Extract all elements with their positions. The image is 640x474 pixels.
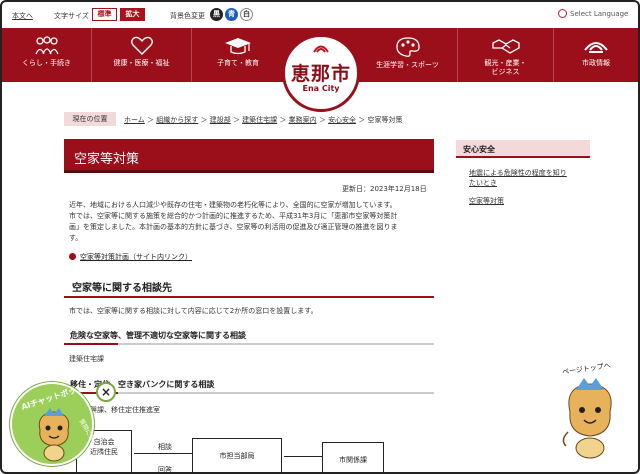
logo-city-name: 恵那市 bbox=[290, 63, 351, 85]
nav-label: 市政情報 bbox=[582, 59, 610, 67]
ai-chatbot-button[interactable]: AIチャットボット 質問に答えるんだっ bbox=[10, 382, 111, 468]
breadcrumb-home[interactable]: ホーム bbox=[124, 116, 145, 124]
sidebar-title-text: 安心安全 bbox=[463, 145, 495, 154]
sidebar-link-earthquake[interactable]: 地震による危険性の程度を知り たいとき bbox=[469, 168, 589, 188]
bg-blue-button[interactable]: 青 bbox=[225, 8, 238, 21]
font-standard-button[interactable]: 標準 bbox=[92, 8, 117, 21]
nav-item-childcare[interactable]: 子育て・教育 bbox=[192, 28, 284, 82]
intro-paragraph: 近年、地域における人口減少や既存の住宅・建築物の老朽化等により、全国的に空家が増… bbox=[69, 200, 433, 244]
chatbot-close-button[interactable]: × bbox=[96, 382, 116, 402]
flow-box-text: 市担当部局 bbox=[219, 452, 255, 460]
breadcrumb-current: 空家等対策 bbox=[367, 116, 403, 124]
arrow-circle-icon bbox=[69, 253, 76, 260]
bg-color-label: 背景色変更 bbox=[170, 12, 205, 20]
consult-paragraph: 市では、空家等に関する相談に対して内容に応じて2か所の窓口を設置します。 bbox=[69, 307, 318, 315]
breadcrumb-safety[interactable]: 安心安全 bbox=[328, 116, 356, 124]
select-language-link[interactable]: Select Language bbox=[570, 10, 628, 18]
city-crest-icon bbox=[313, 45, 329, 53]
nav-label: 子育て・教育 bbox=[217, 59, 259, 67]
flow-box-text: 市関係課 bbox=[339, 456, 367, 464]
flow-box-city-dept: 市担当部局 bbox=[192, 438, 282, 472]
breadcrumb-org[interactable]: 組織から探す bbox=[156, 116, 198, 124]
utility-bar: 本文へ 文字サイズ 標準 拡大 背景色変更 黒 青 白 Select Langu… bbox=[2, 2, 638, 28]
bg-white-button[interactable]: 白 bbox=[240, 8, 253, 21]
palette-icon bbox=[395, 37, 420, 57]
mortarboard-icon bbox=[225, 38, 251, 55]
intro-line: 近年、地域における人口減少や既存の住宅・建築物の老朽化等により、全国的に空家が増… bbox=[69, 201, 397, 209]
browser-frame: 本文へ 文字サイズ 標準 拡大 背景色変更 黒 青 白 Select Langu… bbox=[0, 0, 640, 474]
page-title: 空家等対策 bbox=[74, 152, 140, 167]
flow-arrow-right bbox=[134, 453, 192, 454]
bg-black-button[interactable]: 黒 bbox=[210, 8, 223, 21]
breadcrumb-housing[interactable]: 建築住宅課 bbox=[242, 116, 277, 124]
nav-label: 生涯学習・スポーツ bbox=[376, 61, 439, 69]
nav-item-city-admin[interactable]: 市政情報 bbox=[554, 28, 638, 82]
font-size-label: 文字サイズ bbox=[54, 12, 89, 20]
city-emblem-icon bbox=[584, 42, 608, 53]
subheading-dangerous: 危険な空家等、管理不適切な空家等に関する相談 bbox=[64, 327, 434, 345]
sidebar-link-vacant-houses[interactable]: 空家等対策 bbox=[469, 196, 589, 206]
flow-box-related-dept: 市関係課 bbox=[322, 442, 384, 472]
intro-line: 画」を策定しました。本計画の基本的方針に基づき、空家等の利活用の促進及び適正管理… bbox=[69, 223, 398, 231]
globe-icon bbox=[558, 9, 567, 18]
section-heading: 空家等に関する相談先 bbox=[64, 274, 434, 298]
breadcrumb-construction[interactable]: 建設部 bbox=[210, 116, 231, 124]
nav-label: くらし・手続き bbox=[22, 59, 71, 67]
breadcrumb-services[interactable]: 業務案内 bbox=[289, 116, 317, 124]
nav-item-health[interactable]: 健康・医療・福祉 bbox=[92, 28, 192, 82]
family-icon bbox=[34, 36, 59, 55]
dept-housing: 建築住宅課 bbox=[69, 355, 104, 363]
flow-arrow-right bbox=[284, 456, 322, 457]
handshake-icon bbox=[491, 39, 520, 54]
mascot-icon bbox=[38, 408, 70, 462]
nav-item-living[interactable]: くらし・手続き bbox=[2, 28, 92, 82]
page-top-button[interactable] bbox=[558, 374, 622, 462]
intro-line: す。 bbox=[69, 234, 83, 242]
subheading-text: 危険な空家等、管理不適切な空家等に関する相談 bbox=[70, 331, 246, 340]
global-nav: くらし・手続き 健康・医療・福祉 子育て・教育 生涯学習・スポーツ 観光・産業・… bbox=[2, 28, 638, 112]
ena-city-logo[interactable]: 恵那市 Ena City bbox=[282, 34, 360, 112]
nav-item-tourism[interactable]: 観光・産業・ ビジネス bbox=[458, 28, 554, 82]
heart-icon bbox=[130, 36, 153, 55]
section-heading-text: 空家等に関する相談先 bbox=[72, 283, 172, 294]
plan-link-text: 空家等対策計画（サイト内リンク） bbox=[80, 253, 192, 261]
plan-link[interactable]: 空家等対策計画（サイト内リンク） bbox=[69, 252, 192, 262]
flow-label-consult: 相談 bbox=[158, 443, 172, 451]
sidebar-link-text: 地震による危険性の程度を知り bbox=[469, 169, 567, 177]
intro-line: 市では、空家等に関する施策を総合的かつ計画的に推進するため、平成31年3月に「恵… bbox=[69, 212, 398, 220]
nav-label: 健康・医療・福祉 bbox=[113, 59, 170, 67]
flow-label-reply: 回答 bbox=[158, 466, 172, 474]
updated-date: 更新日：2023年12月18日 bbox=[342, 185, 427, 193]
skip-to-content-link[interactable]: 本文へ bbox=[12, 11, 33, 21]
nav-label: 観光・産業・ bbox=[484, 59, 527, 67]
subheading-text: 移住・定住、空き家バンクに関する相談 bbox=[70, 380, 215, 389]
sidebar-title: 安心安全 bbox=[456, 140, 590, 158]
sidebar-link-text: たいとき bbox=[469, 179, 497, 187]
logo-city-english: Ena City bbox=[302, 84, 340, 93]
breadcrumb-here-label: 現在の位置 bbox=[64, 112, 116, 126]
font-enlarge-button[interactable]: 拡大 bbox=[120, 8, 145, 21]
nav-item-learning[interactable]: 生涯学習・スポーツ bbox=[358, 28, 458, 82]
page-title-bar: 空家等対策 bbox=[64, 139, 434, 173]
subheading-migration: 移住・定住、空き家バンクに関する相談 bbox=[64, 376, 434, 394]
nav-label-line2: ビジネス bbox=[491, 68, 520, 76]
